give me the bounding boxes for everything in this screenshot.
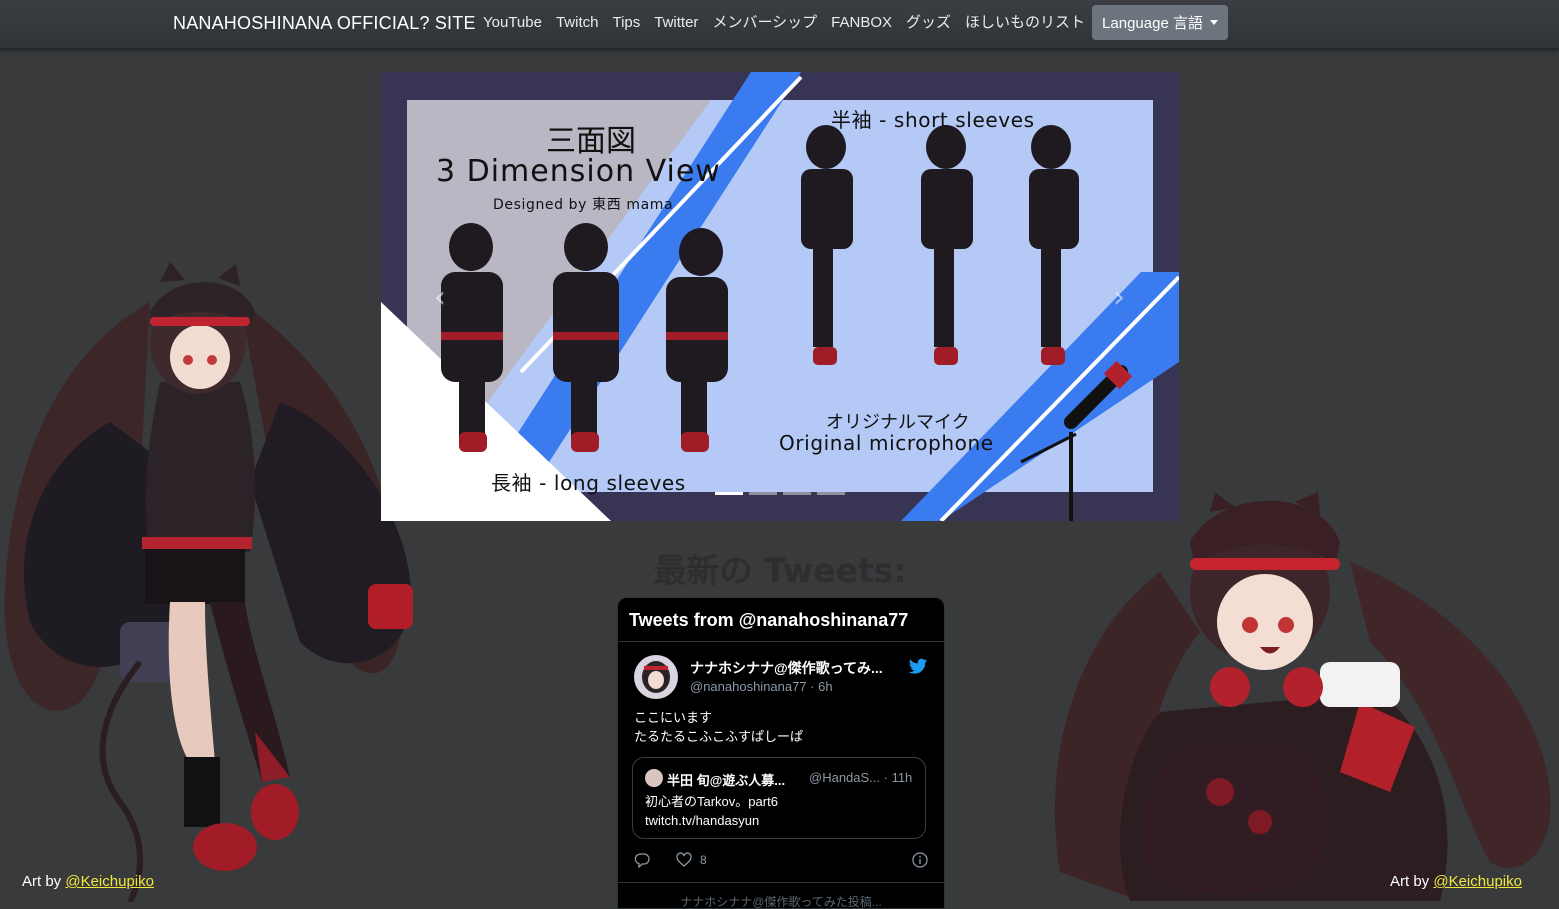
nav-link-wishlist[interactable]: ほしいものリスト [958, 14, 1092, 32]
nav-links: YouTube Twitch Tips Twitter メンバーシップ FANB… [476, 14, 1092, 32]
nav-link-fanbox[interactable]: FANBOX [824, 14, 899, 32]
credit-prefix: Art by [1390, 873, 1434, 890]
like-count: 8 [700, 853, 707, 867]
carousel-indicator[interactable] [715, 492, 743, 495]
top-navbar: NANAHOSHINANA OFFICIAL? SITE YouTube Twi… [0, 0, 1559, 49]
twitter-timeline-widget[interactable]: Tweets from @nanahoshinana77 ナナホシナナ@傑作歌っ… [617, 597, 945, 909]
long-sleeves-label: 長袖 - long sleeves [491, 471, 686, 495]
nav-link-youtube[interactable]: YouTube [476, 14, 549, 32]
quoted-tweet[interactable]: 半田 旬@遊ぶ人募... @HandaS... · 11h 初心者のTarkov… [632, 757, 926, 839]
language-dropdown-button[interactable]: Language 言語 [1092, 5, 1228, 40]
tweet-author-handle[interactable]: @nanahoshinana77 · 6h [690, 679, 833, 694]
right-art-credit: Art by @Keichupiko [1390, 873, 1522, 890]
tweet-text: ここにいます たるたるこふこふすぱしーぱ [634, 708, 803, 746]
left-character-art [4, 262, 413, 902]
right-artist-link[interactable]: @Keichupiko [1433, 873, 1522, 890]
left-artist-link[interactable]: @Keichupiko [65, 873, 154, 890]
nav-link-membership[interactable]: メンバーシップ [705, 14, 824, 32]
tweets-heading: 最新の Tweets: [653, 551, 907, 590]
site-brand[interactable]: NANAHOSHINANA OFFICIAL? SITE [173, 13, 476, 34]
quoted-author-name: 半田 旬@遊ぶ人募... [667, 773, 786, 788]
nav-link-goods[interactable]: グッズ [899, 14, 958, 32]
carousel-next-button[interactable]: › [1104, 278, 1134, 318]
nav-link-twitter[interactable]: Twitter [647, 14, 705, 32]
short-sleeves-label: 半袖 - short sleeves [831, 108, 1035, 132]
twitter-bird-icon[interactable] [908, 658, 928, 676]
timeline-header[interactable]: Tweets from @nanahoshinana77 [618, 598, 944, 642]
quoted-author-avatar [645, 769, 663, 787]
credit-prefix: Art by [22, 873, 66, 890]
heart-icon [676, 852, 692, 867]
right-character-art [1054, 492, 1551, 901]
nav-link-twitch[interactable]: Twitch [549, 14, 606, 32]
caret-down-icon [1209, 20, 1218, 25]
character-carousel[interactable]: 三面図 3 Dimension View Designed by 東西 mama… [381, 72, 1179, 521]
quoted-tweet-text: 初心者のTarkov。part6 twitch.tv/handasyun [645, 792, 778, 830]
mic-label-en: Original microphone [779, 431, 994, 455]
tweet-author-avatar[interactable] [634, 655, 678, 699]
left-art-credit: Art by @Keichupiko [22, 873, 154, 890]
carousel-indicator[interactable] [783, 492, 811, 495]
tweet-text-line: たるたるこふこふすぱしーぱ [634, 729, 804, 744]
quoted-text-line: 初心者のTarkov。part6 [645, 794, 778, 809]
like-button[interactable]: 8 [676, 852, 707, 868]
nav-link-tips[interactable]: Tips [605, 14, 647, 32]
slide-title-en: 3 Dimension View [436, 154, 721, 189]
reply-icon[interactable] [634, 852, 650, 868]
quoted-author-handle: @HandaS... · 11h [809, 770, 913, 785]
tweet-author-name[interactable]: ナナホシナナ@傑作歌ってみ... [690, 658, 883, 678]
carousel-indicator[interactable] [817, 492, 845, 495]
carousel-prev-button[interactable]: ‹ [425, 278, 455, 318]
timeline-footer-next-tweet[interactable]: ナナホシナナ@傑作歌ってみた投稿... [618, 882, 944, 908]
info-icon[interactable] [912, 852, 928, 868]
carousel-indicator[interactable] [749, 492, 777, 495]
tweet-text-line: ここにいます [634, 710, 713, 725]
tweet-actions: 8 [634, 852, 928, 870]
carousel-indicators [715, 492, 845, 495]
language-button-label: Language 言語 [1102, 15, 1203, 32]
quoted-link[interactable]: twitch.tv/handasyun [645, 811, 778, 830]
slide-designer: Designed by 東西 mama [493, 197, 674, 213]
